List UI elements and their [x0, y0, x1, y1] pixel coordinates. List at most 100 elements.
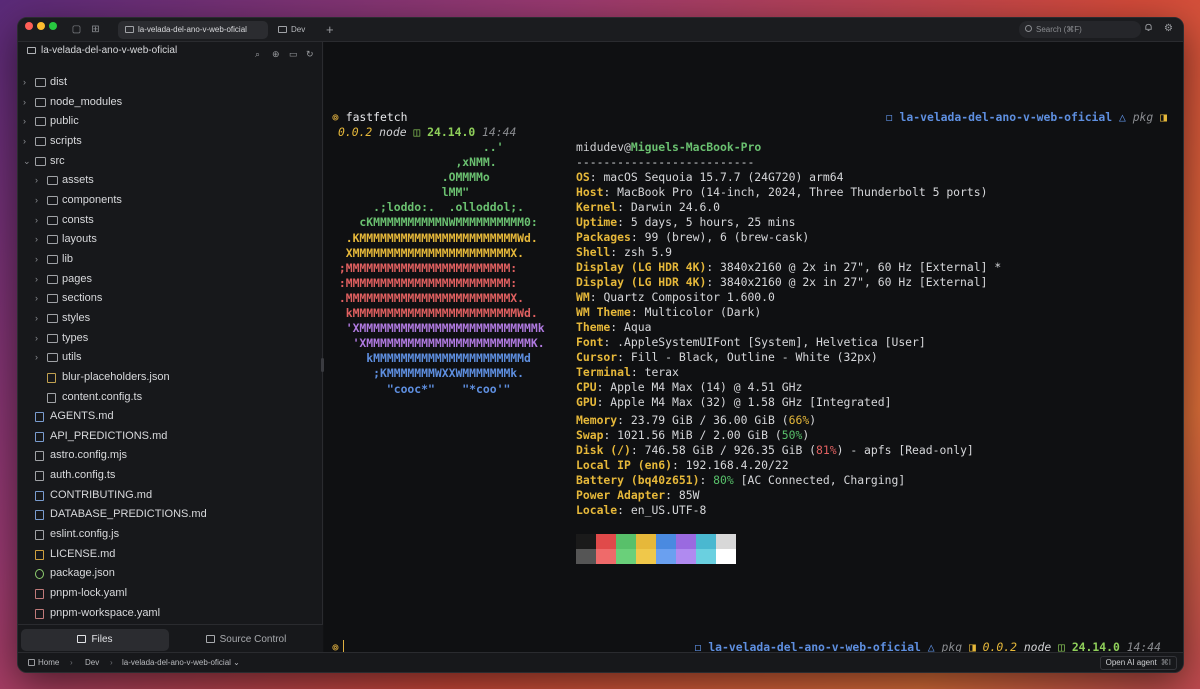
- apple-ascii-logo: ..' ,xNMM. .OMMMMo lMM" .;loddo:. .ollod…: [332, 140, 545, 397]
- source-control-tab[interactable]: Source Control: [172, 629, 320, 651]
- tree-item[interactable]: › styles: [18, 309, 323, 329]
- tree-item[interactable]: package.json: [18, 564, 323, 584]
- search-input[interactable]: Search (⌘F): [1019, 21, 1141, 38]
- breadcrumb-project[interactable]: la-velada-del-ano-v-web-oficial ⌄: [122, 653, 240, 672]
- colon: :: [589, 170, 604, 184]
- new-tab-button[interactable]: +: [326, 22, 334, 37]
- chevron-right-icon[interactable]: ›: [35, 270, 38, 290]
- tree-item[interactable]: CONTRIBUTING.md: [18, 486, 323, 506]
- tree-item[interactable]: auth.config.ts: [18, 466, 323, 486]
- color-swatch: [616, 549, 636, 564]
- tree-item-label: pages: [62, 272, 92, 285]
- tree-item[interactable]: blur-placeholders.json: [18, 368, 323, 388]
- sidebar-bottom-tabs: Files Source Control: [18, 624, 323, 654]
- breadcrumb-home-label: Home: [38, 658, 60, 667]
- colon: :: [617, 503, 631, 517]
- close-window-button[interactable]: [25, 22, 33, 30]
- file-icon: [35, 490, 44, 501]
- chevron-right-icon[interactable]: ›: [35, 309, 38, 329]
- chevron-right-icon[interactable]: ›: [23, 132, 26, 152]
- pane-resize-handle[interactable]: [321, 358, 324, 372]
- logo-line: :MMMMMMMMMMMMMMMMMMMMMMMM:: [332, 275, 518, 290]
- gear-icon[interactable]: ⚙: [1164, 23, 1173, 34]
- disk-percent: 81%: [816, 443, 837, 457]
- chevron-right-icon[interactable]: ›: [23, 73, 26, 93]
- colon: :: [617, 350, 631, 364]
- chevron-right-icon[interactable]: ›: [35, 230, 38, 250]
- tab-project[interactable]: la-velada-del-ano-v-web-oficial: [118, 21, 268, 39]
- tree-item-label: dist: [50, 76, 68, 88]
- folder-icon: [47, 176, 58, 186]
- maximize-window-button[interactable]: [49, 22, 57, 30]
- chevron-right-icon[interactable]: ›: [35, 250, 38, 270]
- color-swatch: [576, 534, 596, 549]
- tree-item[interactable]: pnpm-lock.yaml: [18, 584, 323, 604]
- tree-item[interactable]: › sections: [18, 289, 323, 309]
- tree-item[interactable]: content.config.ts: [18, 388, 323, 408]
- breadcrumb-home[interactable]: Home: [28, 653, 59, 672]
- files-tab[interactable]: Files: [21, 629, 169, 651]
- grid-icon[interactable]: ⊞: [90, 24, 101, 35]
- tree-item[interactable]: pnpm-workspace.yaml: [18, 604, 323, 624]
- folder-icon: [47, 274, 58, 284]
- breadcrumb-dev[interactable]: Dev: [85, 653, 99, 672]
- chevron-right-icon[interactable]: ›: [35, 289, 38, 309]
- info-key: Theme: [576, 320, 611, 334]
- tree-item[interactable]: › consts: [18, 211, 323, 231]
- chevron-right-icon[interactable]: ›: [35, 329, 38, 349]
- info-value: terax: [644, 365, 679, 379]
- tree-item[interactable]: › node_modules: [18, 93, 323, 113]
- minimize-window-button[interactable]: [37, 22, 45, 30]
- tree-item[interactable]: API_PREDICTIONS.md: [18, 427, 323, 447]
- tree-item[interactable]: LICENSE.md: [18, 545, 323, 565]
- chevron-right-icon[interactable]: ›: [35, 191, 38, 211]
- tree-item[interactable]: eslint.config.js: [18, 525, 323, 545]
- tree-item[interactable]: DATABASE_PREDICTIONS.md: [18, 505, 323, 525]
- tree-item[interactable]: › pages: [18, 270, 323, 290]
- tree-item[interactable]: AGENTS.md: [18, 407, 323, 427]
- sidebar-toggle-icon[interactable]: ▢: [71, 24, 82, 35]
- chevron-right-icon[interactable]: ›: [35, 348, 38, 368]
- new-folder-icon[interactable]: ▭: [289, 50, 298, 59]
- open-ai-agent-button[interactable]: Open AI agent ⌘I: [1099, 656, 1177, 670]
- tree-item[interactable]: › types: [18, 329, 323, 349]
- chevron-down-icon[interactable]: ⌄: [23, 152, 31, 172]
- tab-dev[interactable]: Dev: [271, 21, 321, 39]
- chevron-right-icon[interactable]: ›: [35, 171, 38, 191]
- tree-item[interactable]: › utils: [18, 348, 323, 368]
- tree-item-label: astro.config.mjs: [50, 449, 128, 462]
- search-icon: [1025, 25, 1032, 32]
- new-file-icon[interactable]: ⊕: [272, 50, 281, 59]
- info-line: Host: MacBook Pro (14-inch, 2024, Three …: [576, 185, 1001, 200]
- logo-line: 'XMMMMMMMMMMMMMMMMMMMMMMMMK.: [332, 336, 545, 351]
- chevron-right-icon[interactable]: ›: [23, 93, 26, 113]
- colon: :: [617, 200, 631, 214]
- info-value: zsh 5.9: [624, 245, 673, 259]
- info-line: WM: Quartz Compositor 1.600.0: [576, 290, 1001, 305]
- bell-icon[interactable]: [1144, 23, 1153, 32]
- folder-icon: [47, 254, 58, 264]
- info-key: Disk (/): [576, 443, 631, 457]
- tree-item[interactable]: › public: [18, 112, 323, 132]
- terminal-pane[interactable]: ⊚ fastfetch ◻ la-velada-del-ano-v-web-of…: [321, 42, 1183, 654]
- refresh-icon[interactable]: ↻: [306, 50, 315, 59]
- tree-item[interactable]: › dist: [18, 73, 323, 93]
- app-window: ▢ ⊞ la-velada-del-ano-v-web-oficial Dev …: [17, 17, 1184, 673]
- tree-item[interactable]: › scripts: [18, 132, 323, 152]
- tree-item[interactable]: › layouts: [18, 230, 323, 250]
- color-swatch: [616, 534, 636, 549]
- tree-item-label: assets: [62, 174, 94, 187]
- info-line: Cursor: Fill - Black, Outline - White (3…: [576, 350, 1001, 365]
- tree-item[interactable]: ⌄ src: [18, 152, 323, 172]
- tree-item[interactable]: › lib: [18, 250, 323, 270]
- search-icon[interactable]: ⌕: [255, 50, 264, 59]
- folder-icon: [47, 215, 58, 225]
- tree-item[interactable]: astro.config.mjs: [18, 446, 323, 466]
- chevron-right-icon[interactable]: ›: [35, 211, 38, 231]
- info-key: Battery (bq40z651): [576, 473, 700, 487]
- tree-item[interactable]: › assets: [18, 171, 323, 191]
- colon: :: [596, 380, 611, 394]
- logo-line: cKMMMMMMMMMMNWMMMMMMMMMM0:: [332, 215, 538, 230]
- chevron-right-icon[interactable]: ›: [23, 112, 26, 132]
- tree-item[interactable]: › components: [18, 191, 323, 211]
